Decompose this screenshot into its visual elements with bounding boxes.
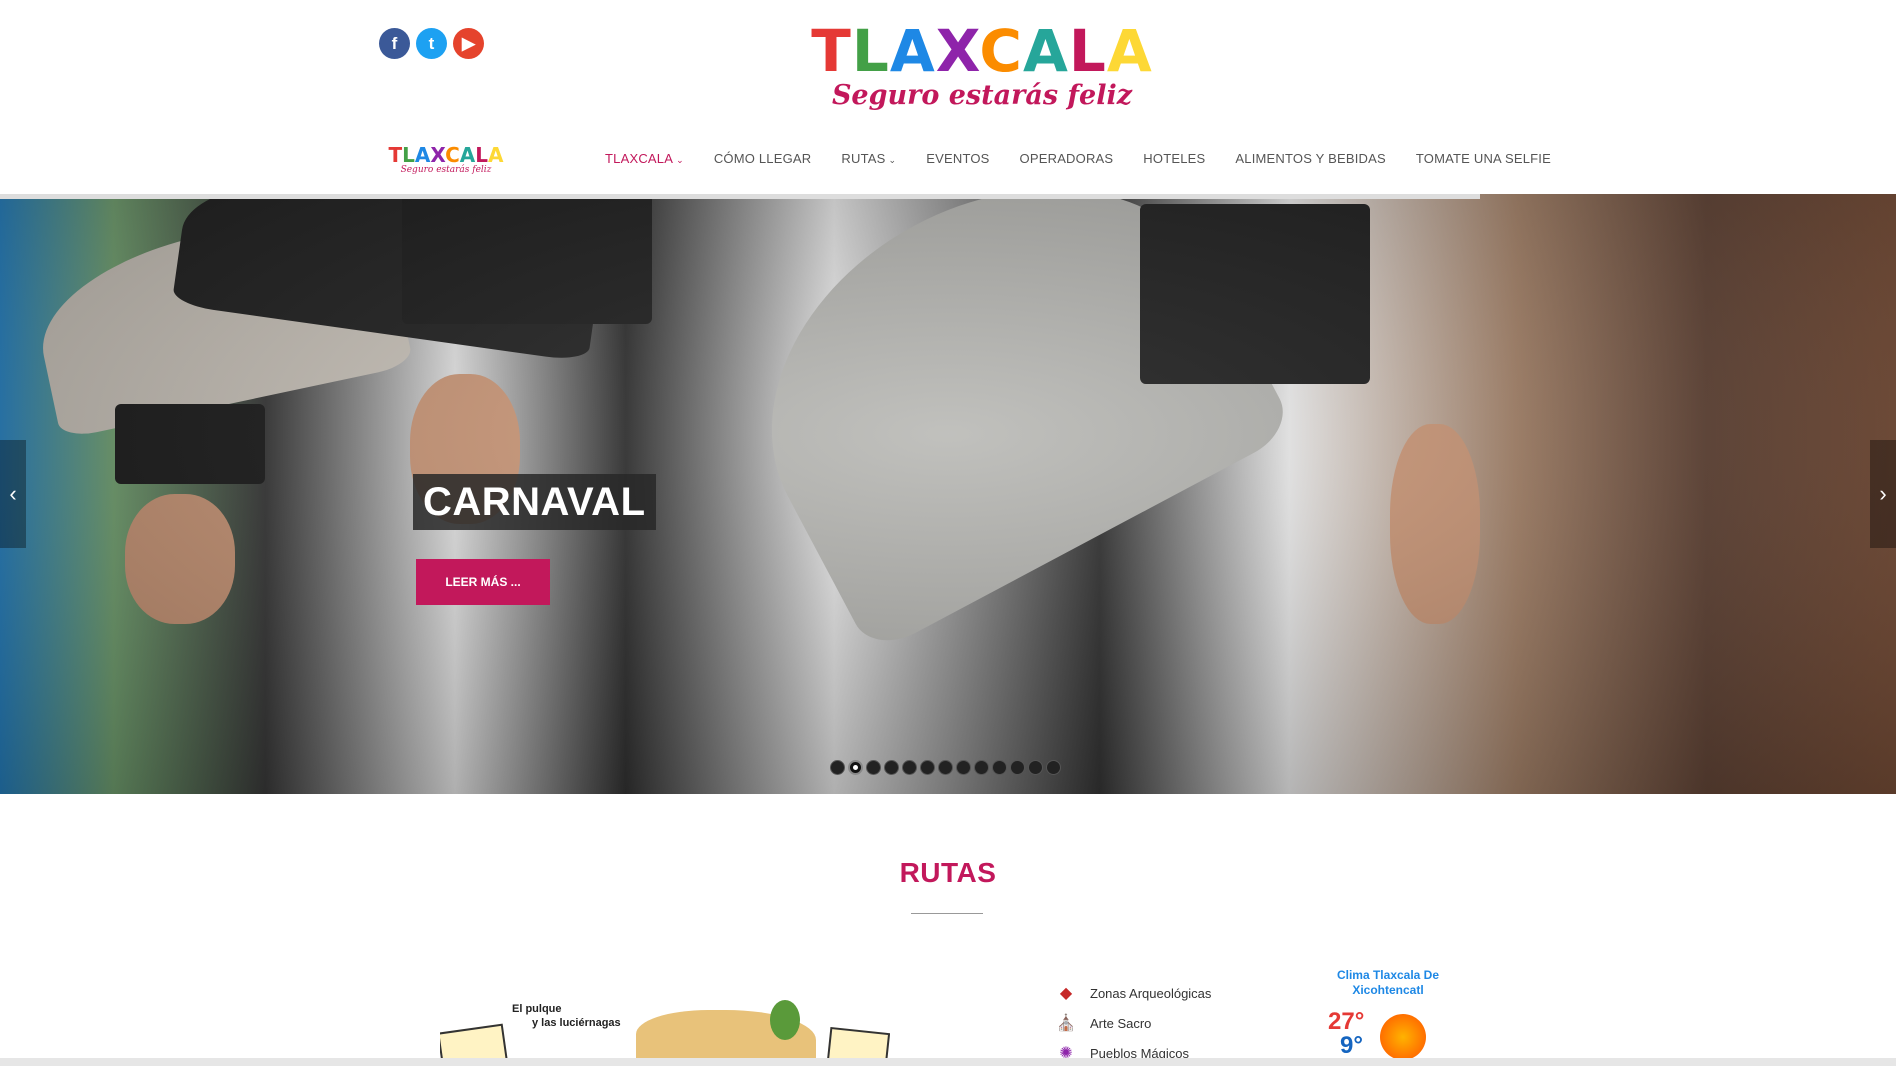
logo-letter: A [889,17,936,85]
slide-shade [0,194,1896,794]
slider-dot[interactable] [830,760,845,775]
slider-dot[interactable] [1010,760,1025,775]
slide-caption: CARNAVAL [413,474,656,530]
slider-dot[interactable] [974,760,989,775]
slider-prev-arrow[interactable]: ‹ [0,440,26,548]
legend-item[interactable]: ◆ Zonas Arqueológicas [1056,978,1212,1008]
social-links: f t ▶ [379,28,484,59]
logo-wordmark: TLAXCALA [802,22,1162,80]
top-header: f t ▶ TLAXCALA Seguro estarás feliz [0,0,1896,123]
logo-letter: A [488,143,504,167]
hero-slider[interactable] [0,194,1896,794]
youtube-icon[interactable]: ▶ [453,28,484,59]
sunny-icon [1380,1014,1426,1060]
nav-item-eventos[interactable]: EVENTOS [926,151,989,166]
slider-dot[interactable] [920,760,935,775]
chevron-down-icon: ⌄ [676,154,684,165]
church-icon: ⛪ [1056,1015,1076,1032]
logo-letter: C [979,17,1023,85]
temp-high: 27° [1328,1008,1365,1035]
logo-letter: L [1068,17,1107,85]
slider-dot[interactable] [902,760,917,775]
logo-tagline: Seguro estarás feliz [831,80,1133,111]
slider-dot[interactable] [992,760,1007,775]
slider-dot[interactable] [866,760,881,775]
slider-dot[interactable] [1028,760,1043,775]
logo-letter: X [430,143,446,167]
nav-menu: TLAXCALA ⌄ CÓMO LLEGAR RUTAS ⌄ EVENTOS OPERADO… [605,122,1551,194]
site-logo[interactable]: TLAXCALA Seguro estarás feliz [802,22,1162,111]
legend-label: Zonas Arqueológicas [1090,985,1212,1001]
logo-letter: A [1022,17,1069,85]
slider-top-strip [0,194,1480,199]
tree-shape [770,1000,800,1040]
slider-dot[interactable] [848,760,863,775]
logo-letter: L [475,143,489,167]
nav-item-alimentos-y-bebidas[interactable]: ALIMENTOS Y BEBIDAS [1235,151,1385,166]
slider-dot[interactable] [1046,760,1061,775]
nav-item-hoteles[interactable]: HOTELES [1143,151,1205,166]
weather-widget[interactable]: Clima Tlaxcala De Xicohtencatl 27° 9° [1328,968,1448,1060]
logo-letter: A [414,143,431,167]
legend-item[interactable]: ⛪ Arte Sacro [1056,1008,1211,1038]
slider-dot[interactable] [884,760,899,775]
main-navbar: TLAXCALA Seguro estarás feliz TLAXCALA ⌄ C… [0,122,1896,195]
pyramid-icon: ◆ [1059,985,1073,1002]
title-divider [911,913,983,914]
twitter-icon[interactable]: t [416,28,447,59]
nav-item-operadoras[interactable]: OPERADORAS [1020,151,1114,166]
weather-title: Clima Tlaxcala De Xicohtencatl [1336,968,1440,997]
nav-logo[interactable]: TLAXCALA Seguro estarás feliz [388,145,504,175]
logo-letter: X [935,17,980,85]
horizontal-scrollbar[interactable] [0,1058,1896,1066]
nav-logo-wordmark: TLAXCALA [388,145,504,165]
logo-letter: T [811,17,852,85]
nav-item-tomate-una-selfie[interactable]: TOMATE UNA SELFIE [1416,151,1551,166]
map-label: El pulque y las luciérnagas [512,1002,621,1030]
facebook-icon[interactable]: f [379,28,410,59]
nav-item-rutas[interactable]: RUTAS ⌄ [841,151,896,166]
slider-dot[interactable] [956,760,971,775]
legend-label: Arte Sacro [1090,1015,1152,1031]
map-label-line-2: y las luciérnagas [532,1017,621,1029]
slider-dots [830,760,1061,775]
route-map-illustration[interactable]: El pulque y las luciérnagas [440,1000,890,1066]
slider-dot[interactable] [938,760,953,775]
route-legend: ◆ Zonas Arqueológicas ⛪ Arte Sacro ✺ Pueblos … [1056,978,1211,1068]
chevron-down-icon: ⌄ [888,154,897,165]
nav-logo-tagline: Seguro estarás feliz [400,165,492,175]
logo-letter: A [1106,17,1153,85]
logo-letter: C [445,143,460,167]
slider-next-arrow[interactable]: › [1870,440,1896,548]
nav-item-cómo-llegar[interactable]: CÓMO LLEGAR [714,151,812,166]
weather-temps: 27° 9° [1328,1010,1364,1058]
read-more-button[interactable]: LEER MÁS ... [416,559,550,605]
nav-item-tlaxcala[interactable]: TLAXCALA ⌄ [605,151,684,166]
logo-letter: L [851,17,890,85]
logo-letter: A [459,143,476,167]
section-title-rutas: RUTAS [899,857,997,888]
logo-letter: T [388,143,403,167]
map-label-line-1: El pulque [512,1003,562,1015]
logo-letter: L [402,143,415,167]
temp-low: 9° [1340,1032,1363,1059]
